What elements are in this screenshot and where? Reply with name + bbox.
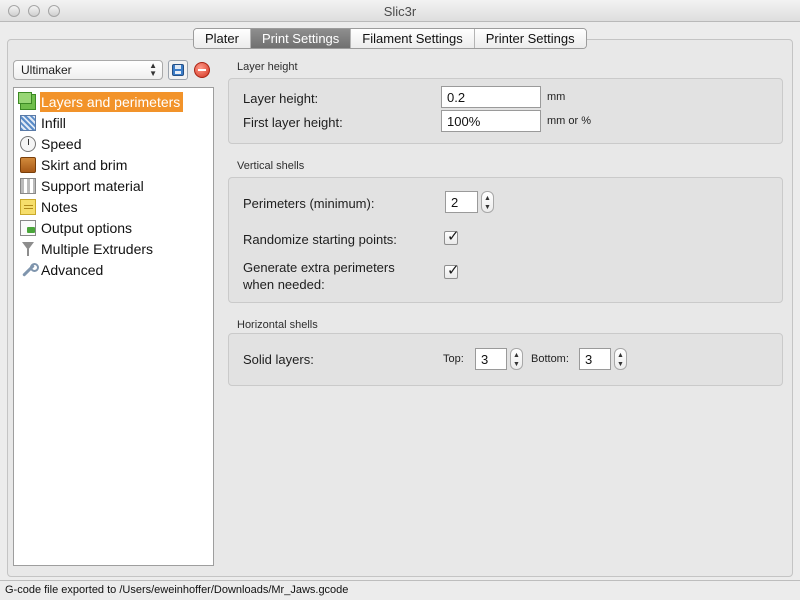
tab-printer-settings[interactable]: Printer Settings	[473, 29, 586, 48]
first-layer-height-label: First layer height:	[243, 115, 343, 130]
sidebar-item-layers-and-perimeters[interactable]: Layers and perimeters	[18, 92, 184, 112]
tab-print-settings[interactable]: Print Settings	[249, 29, 351, 48]
window-title: Slic3r	[383, 4, 417, 19]
speed-icon	[20, 136, 36, 152]
bottom-label: Bottom:	[531, 353, 569, 365]
solid-layers-label: Solid layers:	[243, 352, 314, 367]
stepper-up-icon: ▲	[484, 195, 491, 202]
extruders-icon	[20, 241, 36, 257]
first-layer-height-input[interactable]	[441, 110, 541, 132]
save-disk-icon	[172, 64, 184, 76]
updown-arrows-icon: ▲ ▼	[149, 61, 157, 78]
status-bar: G-code file exported to /Users/eweinhoff…	[0, 580, 800, 600]
perimeters-input[interactable]	[445, 191, 478, 213]
top-solid-layers-stepper[interactable]: ▲ ▼	[510, 348, 523, 370]
extra-perimeters-label-line1: Generate extra perimeters	[243, 260, 395, 275]
sidebar-item-notes[interactable]: Notes	[20, 197, 81, 217]
sidebar-item-label: Layers and perimeters	[40, 92, 184, 112]
checkmark-icon: ✓	[447, 228, 460, 245]
tab-filament-settings[interactable]: Filament Settings	[350, 29, 474, 48]
top-label: Top:	[443, 353, 464, 365]
bottom-solid-layers-stepper[interactable]: ▲ ▼	[614, 348, 627, 370]
stepper-down-icon: ▼	[617, 361, 624, 368]
bottom-solid-layers-input[interactable]	[579, 348, 611, 370]
save-preset-button[interactable]	[168, 60, 188, 80]
stepper-up-icon: ▲	[617, 352, 624, 359]
sidebar-item-label: Infill	[41, 115, 66, 131]
sidebar-item-label: Advanced	[41, 262, 104, 278]
sidebar-item-output-options[interactable]: Output options	[20, 218, 135, 238]
sidebar-item-skirt-and-brim[interactable]: Skirt and brim	[20, 155, 130, 175]
sidebar-item-label: Notes	[41, 199, 78, 215]
wrench-icon	[20, 262, 39, 278]
tab-plater[interactable]: Plater	[194, 29, 250, 48]
sidebar-item-label: Support material	[41, 178, 144, 194]
layer-height-input[interactable]	[441, 86, 541, 108]
main-tabs: Plater Print Settings Filament Settings …	[193, 28, 587, 49]
section-title-vertical-shells: Vertical shells	[237, 160, 305, 172]
layer-height-label: Layer height:	[243, 91, 319, 106]
first-layer-height-unit: mm or %	[547, 115, 591, 127]
delete-circle-icon	[194, 62, 210, 78]
preset-selected-value: Ultimaker	[21, 63, 72, 77]
app-window: Slic3r Plater Print Settings Filament Se…	[0, 0, 800, 600]
sidebar-item-advanced[interactable]: Advanced	[20, 260, 106, 280]
preset-dropdown[interactable]: Ultimaker ▲ ▼	[13, 60, 163, 80]
sidebar-item-speed[interactable]: Speed	[20, 134, 84, 154]
sidebar-item-label: Output options	[41, 220, 133, 236]
checkmark-icon: ✓	[447, 262, 460, 279]
extra-perimeters-checkbox[interactable]: ✓	[444, 262, 460, 279]
layer-height-unit: mm	[547, 91, 566, 103]
section-title-horizontal-shells: Horizontal shells	[237, 319, 318, 331]
perimeters-stepper[interactable]: ▲ ▼	[481, 191, 494, 213]
status-text: G-code file exported to /Users/eweinhoff…	[5, 584, 349, 596]
delete-preset-button[interactable]	[192, 60, 212, 80]
sidebar-item-label: Multiple Extruders	[41, 241, 154, 257]
top-solid-layers-input[interactable]	[475, 348, 507, 370]
notes-icon	[20, 199, 36, 215]
sidebar-item-support-material[interactable]: Support material	[20, 176, 147, 196]
perimeters-label: Perimeters (minimum):	[243, 196, 375, 211]
stepper-up-icon: ▲	[513, 352, 520, 359]
title-bar: Slic3r	[0, 0, 800, 22]
section-title-layer-height: Layer height	[237, 61, 298, 73]
sidebar-item-infill[interactable]: Infill	[20, 113, 69, 133]
layers-icon	[18, 92, 36, 110]
extra-perimeters-label-line2: when needed:	[243, 277, 325, 292]
sidebar-item-label: Speed	[41, 136, 82, 152]
infill-icon	[20, 115, 36, 131]
randomize-starting-points-checkbox[interactable]: ✓	[444, 228, 460, 245]
skirt-icon	[20, 157, 36, 173]
randomize-starting-points-label: Randomize starting points:	[243, 232, 397, 247]
support-icon	[20, 178, 36, 194]
sidebar-item-label: Skirt and brim	[41, 157, 128, 173]
output-icon	[20, 220, 36, 236]
sidebar-item-multiple-extruders[interactable]: Multiple Extruders	[20, 239, 156, 259]
stepper-down-icon: ▼	[484, 204, 491, 211]
stepper-down-icon: ▼	[513, 361, 520, 368]
